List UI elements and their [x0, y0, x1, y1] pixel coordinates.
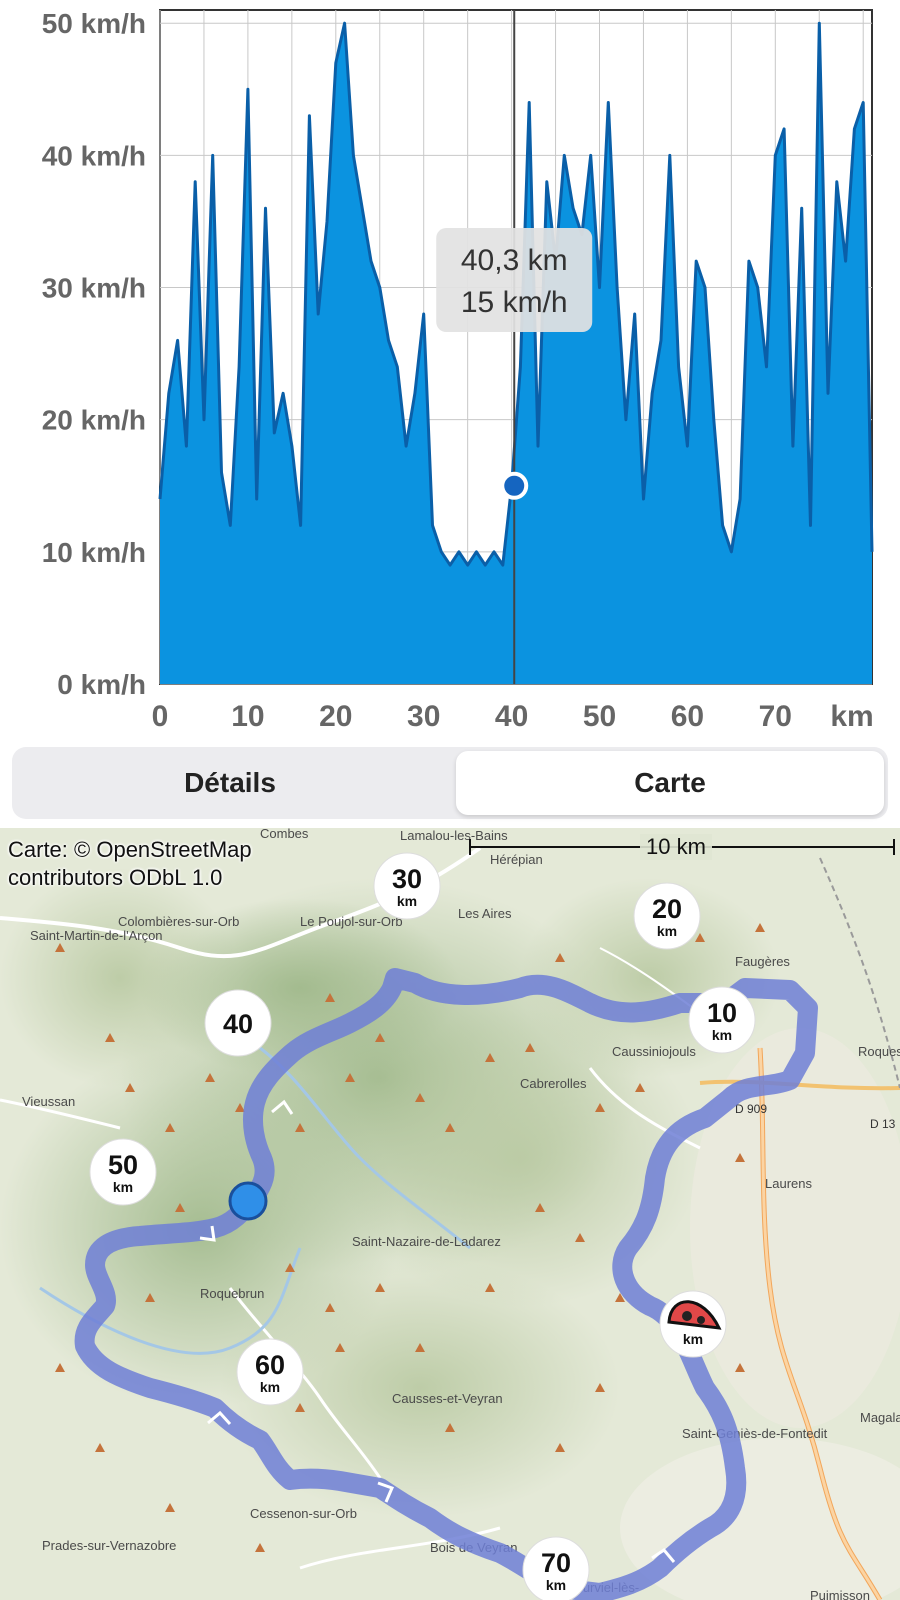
- km-marker-unit: km: [657, 923, 677, 939]
- attribution-line-1: Carte: © OpenStreetMap: [8, 837, 252, 862]
- x-tick-label: 60: [671, 700, 704, 733]
- place-label: Causses-et-Veyran: [392, 1391, 503, 1406]
- place-label: Magala: [860, 1410, 900, 1425]
- current-position-marker[interactable]: [228, 1181, 268, 1221]
- place-label: Caussiniojouls: [612, 1044, 696, 1059]
- km-marker-number: 20: [652, 894, 682, 924]
- x-tick-label: 70: [759, 700, 792, 733]
- place-label: Le Poujol-sur-Orb: [300, 914, 403, 929]
- place-label: Puimisson: [810, 1588, 870, 1600]
- place-label: Combes: [260, 828, 309, 841]
- speed-chart-svg[interactable]: 0 km/h 10 km/h 20 km/h 30 km/h 40 km/h 50 km/…: [0, 0, 900, 735]
- x-tick-label: 20: [319, 700, 352, 733]
- attribution-line-2: contributors ODbL 1.0: [8, 865, 223, 890]
- y-tick-label: 30 km/h: [42, 273, 146, 304]
- speed-chart[interactable]: 0 km/h 10 km/h 20 km/h 30 km/h 40 km/h 50 km/…: [0, 0, 900, 735]
- place-label: Saint-Nazaire-de-Ladarez: [352, 1234, 501, 1249]
- km-marker-unit: km: [683, 1331, 703, 1347]
- x-tick-label: 40: [495, 700, 528, 733]
- x-tick-label: 10: [231, 700, 264, 733]
- place-label: Prades-sur-Vernazobre: [42, 1538, 176, 1553]
- km-marker-start[interactable]: km: [659, 1290, 727, 1358]
- km-marker-30[interactable]: 30km: [373, 852, 441, 920]
- tab-details[interactable]: Détails: [16, 751, 444, 815]
- y-tick-label: 10 km/h: [42, 537, 146, 568]
- x-tick-label: 50: [583, 700, 616, 733]
- place-label: Saint-Geniès-de-Fontedit: [682, 1426, 828, 1441]
- place-label: Vieussan: [22, 1094, 75, 1109]
- place-label: Roquebrun: [200, 1286, 264, 1301]
- y-tick-label: 40 km/h: [42, 140, 146, 171]
- view-segmented-control: Détails Carte: [12, 747, 888, 819]
- km-marker-10[interactable]: 10km: [688, 986, 756, 1054]
- place-label: D 909: [735, 1102, 767, 1116]
- km-marker-number: 10: [707, 998, 737, 1028]
- x-tick-label: 30: [407, 700, 440, 733]
- place-label: Cabrerolles: [520, 1076, 587, 1091]
- km-marker-50[interactable]: 50km: [89, 1138, 157, 1206]
- km-marker-number: 40: [223, 1009, 253, 1039]
- map-scale-label: 10 km: [640, 834, 712, 860]
- tab-map[interactable]: Carte: [456, 751, 884, 815]
- place-label: Les Aires: [458, 906, 512, 921]
- km-marker-number: 60: [255, 1350, 285, 1380]
- place-label: Faugères: [735, 954, 790, 969]
- km-marker-70[interactable]: 70km: [522, 1536, 590, 1600]
- place-label: D 13: [870, 1117, 896, 1131]
- cursor-tooltip-speed: 15 km/h: [461, 286, 568, 319]
- y-tick-label: 20 km/h: [42, 405, 146, 436]
- place-label: Laurens: [765, 1176, 812, 1191]
- y-tick-label: 0 km/h: [57, 669, 146, 700]
- km-marker-unit: km: [113, 1179, 133, 1195]
- km-marker-number: 70: [541, 1548, 571, 1578]
- map-attribution[interactable]: Carte: © OpenStreetMap contributors ODbL…: [8, 836, 252, 892]
- cursor-dot: [500, 471, 529, 500]
- place-label: Colombières-sur-Orb: [118, 914, 239, 929]
- x-tick-label: km: [830, 700, 873, 733]
- km-marker-20[interactable]: 20km: [633, 882, 701, 950]
- map-canvas[interactable]: Combes Lamalou-les-BainsHérépianColombièr…: [0, 828, 900, 1600]
- km-marker-unit: km: [260, 1379, 280, 1395]
- km-marker-unit: km: [546, 1577, 566, 1593]
- place-label: Roquess: [858, 1044, 900, 1059]
- route-map[interactable]: Combes Lamalou-les-Bains Hérépian Colombièr…: [0, 828, 900, 1600]
- km-marker-60[interactable]: 60km: [236, 1338, 304, 1406]
- km-marker-40[interactable]: 40: [204, 989, 272, 1057]
- km-marker-unit: km: [397, 893, 417, 909]
- x-tick-label: 0: [152, 700, 169, 733]
- place-label: Cessenon-sur-Orb: [250, 1506, 357, 1521]
- start-flag-dot: [697, 1316, 705, 1324]
- y-tick-label: 50 km/h: [42, 8, 146, 39]
- cursor-tooltip-distance: 40,3 km: [461, 244, 568, 277]
- km-marker-number: 30: [392, 864, 422, 894]
- km-marker-unit: km: [712, 1027, 732, 1043]
- km-marker-number: 50: [108, 1150, 138, 1180]
- start-flag-dot: [682, 1311, 692, 1321]
- place-label: Saint-Martin-de-l'Arçon: [30, 928, 163, 943]
